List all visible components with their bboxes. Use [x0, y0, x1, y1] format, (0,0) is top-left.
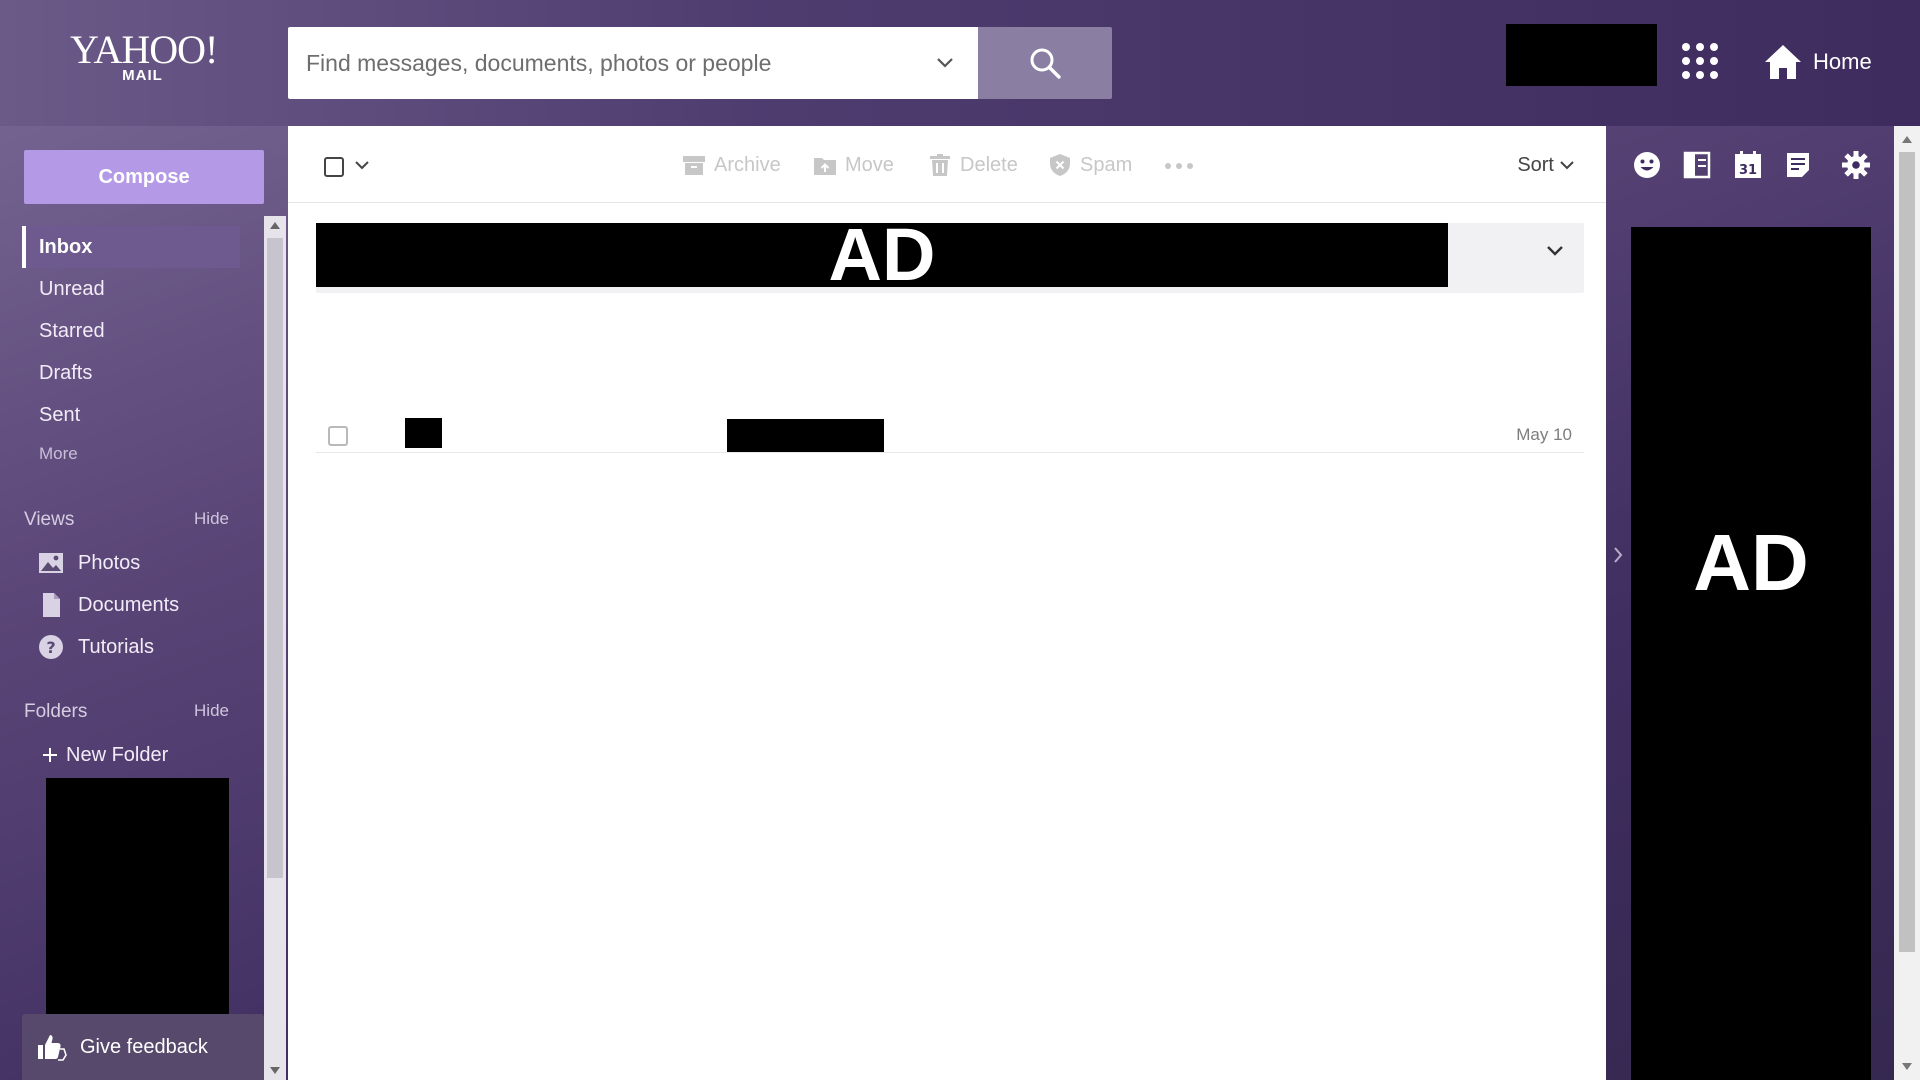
spam-button[interactable]: Spam — [1048, 150, 1132, 180]
move-button[interactable]: Move — [813, 150, 894, 180]
message-row[interactable]: May 10 — [316, 293, 1584, 453]
view-item-tutorials[interactable]: ? Tutorials — [38, 626, 154, 668]
search-input[interactable] — [306, 27, 906, 99]
view-label: Tutorials — [78, 635, 154, 658]
view-label: Photos — [78, 551, 141, 574]
emoji-icon[interactable] — [1632, 150, 1662, 180]
move-folder-icon — [814, 158, 836, 175]
view-label: Documents — [78, 593, 180, 616]
message-checkbox[interactable] — [328, 426, 348, 446]
ad-banner-redacted[interactable]: AD — [316, 223, 1448, 287]
redacted-user-name[interactable] — [1506, 24, 1657, 86]
svg-text:?: ? — [46, 638, 55, 657]
app-header: YAHOO! MAIL Home — [0, 0, 1920, 126]
scroll-down-arrow-icon[interactable] — [270, 1067, 280, 1074]
home-link[interactable]: Home — [1763, 40, 1872, 84]
right-ad-redacted[interactable]: AD — [1631, 227, 1871, 1080]
left-ad-redacted[interactable] — [46, 778, 229, 1018]
sponsored-ad-row[interactable]: AD — [316, 223, 1584, 293]
folder-list: Inbox Unread Starred Drafts Sent More — [22, 226, 240, 472]
sort-dropdown[interactable]: Sort — [1517, 150, 1574, 180]
left-scrollbar[interactable] — [264, 216, 286, 1080]
apps-grid-icon[interactable] — [1680, 41, 1720, 81]
search-icon — [1030, 48, 1061, 79]
home-label: Home — [1813, 49, 1872, 74]
collapse-rail-chevron-icon[interactable] — [1612, 546, 1624, 564]
message-list-pane: Archive Move Delete Spam Sort AD May 10 — [288, 126, 1606, 1080]
page-scrollbar[interactable] — [1894, 126, 1920, 1080]
scroll-up-arrow-icon[interactable] — [270, 222, 280, 229]
nav-item-drafts[interactable]: Drafts — [22, 352, 240, 394]
settings-icon[interactable] — [1841, 150, 1871, 180]
folders-section-header: Folders Hide — [24, 701, 229, 723]
archive-icon — [683, 156, 705, 175]
more-actions-icon[interactable] — [1164, 162, 1194, 170]
select-all-checkbox[interactable] — [324, 157, 344, 177]
message-date: May 10 — [1516, 425, 1572, 444]
redacted-sender — [405, 418, 442, 448]
nav-item-sent[interactable]: Sent — [22, 394, 240, 436]
calendar-icon[interactable]: 31 — [1733, 150, 1763, 180]
archive-button[interactable]: Archive — [682, 150, 781, 180]
new-folder-button[interactable]: New Folder — [42, 740, 168, 770]
delete-button[interactable]: Delete — [928, 150, 1018, 180]
search-box — [288, 27, 978, 99]
page-scroll-down-arrow-icon[interactable] — [1902, 1063, 1912, 1070]
view-item-documents[interactable]: Documents — [38, 584, 179, 626]
nav-item-starred[interactable]: Starred — [22, 310, 240, 352]
search-options-chevron-icon[interactable] — [934, 51, 956, 73]
thumbs-icon — [38, 1035, 67, 1061]
yahoo-mail-logo[interactable]: YAHOO! MAIL — [70, 27, 218, 84]
sort-label: Sort — [1517, 153, 1554, 176]
nav-more-link[interactable]: More — [22, 436, 240, 472]
notepad-icon[interactable] — [1783, 150, 1813, 180]
views-hide-link[interactable]: Hide — [194, 509, 229, 531]
logo-wordmark: YAHOO! — [70, 27, 218, 72]
spam-shield-icon — [1050, 154, 1070, 176]
search-button[interactable] — [978, 27, 1112, 99]
ad-expand-chevron-icon[interactable] — [1546, 245, 1564, 257]
delete-label: Delete — [960, 153, 1018, 176]
page-scrollbar-thumb[interactable] — [1899, 152, 1915, 952]
view-item-photos[interactable]: Photos — [38, 542, 140, 584]
message-toolbar: Archive Move Delete Spam Sort — [288, 126, 1606, 203]
feedback-label: Give feedback — [80, 1035, 208, 1058]
row-divider — [316, 452, 1584, 453]
give-feedback-button[interactable]: Give feedback — [22, 1014, 264, 1080]
nav-item-unread[interactable]: Unread — [22, 268, 240, 310]
document-icon — [43, 593, 60, 617]
archive-label: Archive — [714, 153, 781, 176]
redacted-subject — [727, 419, 884, 453]
layout-icon[interactable] — [1682, 150, 1712, 180]
folders-title: Folders — [24, 701, 88, 722]
home-icon — [1765, 45, 1801, 79]
trash-icon — [930, 154, 950, 176]
help-icon: ? — [39, 635, 63, 659]
spam-label: Spam — [1080, 153, 1133, 176]
plus-icon — [43, 748, 57, 762]
views-title: Views — [24, 509, 75, 530]
scrollbar-thumb[interactable] — [267, 238, 283, 878]
new-folder-label: New Folder — [66, 743, 169, 766]
nav-item-inbox[interactable]: Inbox — [22, 226, 240, 268]
views-section-header: Views Hide — [24, 509, 229, 531]
compose-button[interactable]: Compose — [24, 150, 264, 204]
select-options-chevron-icon[interactable] — [354, 159, 370, 171]
move-label: Move — [845, 153, 894, 176]
folders-hide-link[interactable]: Hide — [194, 701, 229, 723]
calendar-day: 31 — [1739, 163, 1757, 178]
sort-chevron-icon — [1560, 161, 1574, 170]
photo-icon — [39, 553, 63, 573]
page-scroll-up-arrow-icon[interactable] — [1902, 136, 1912, 143]
